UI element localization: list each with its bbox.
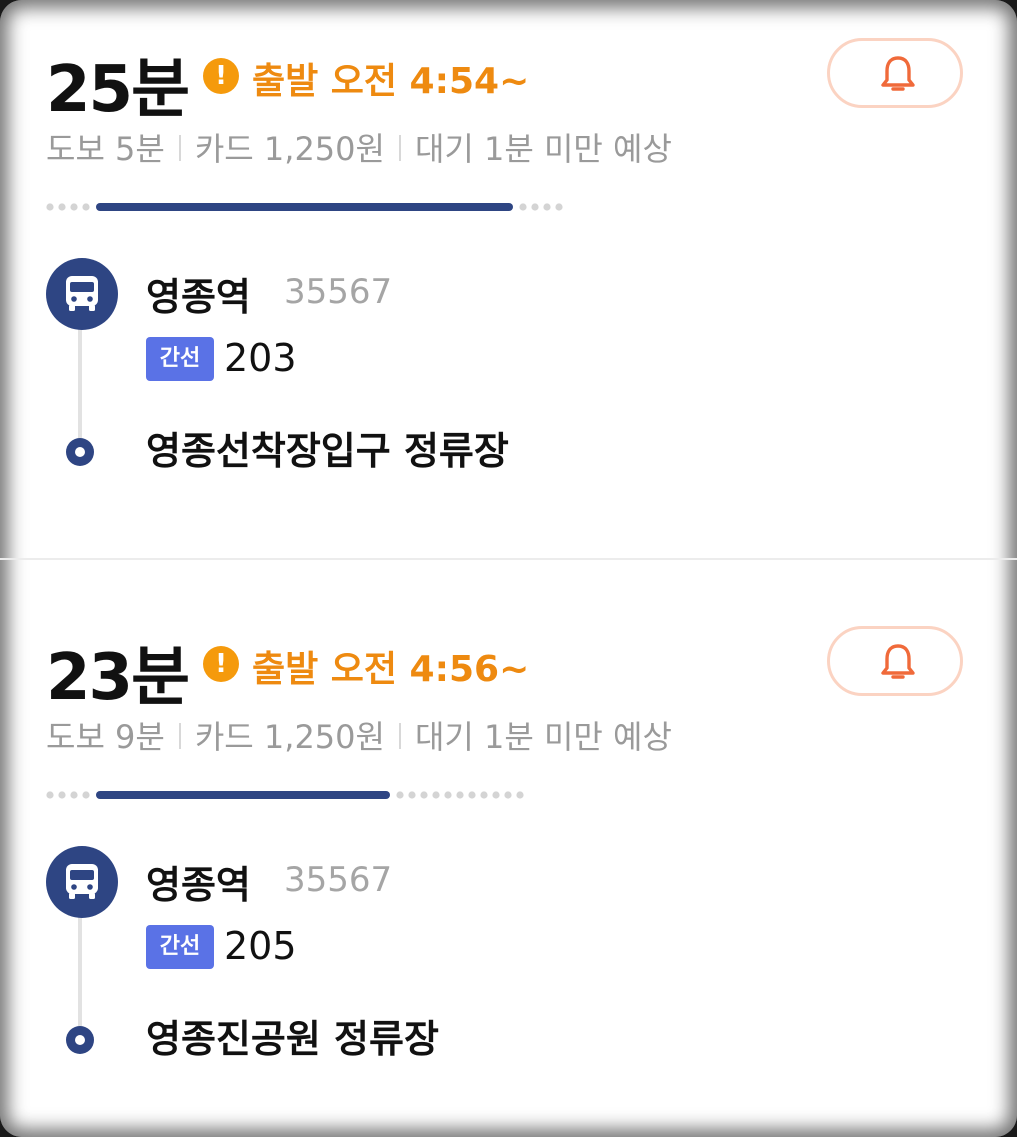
alarm-button[interactable] <box>827 626 963 696</box>
walk-dot <box>396 791 404 799</box>
route-card-1[interactable]: 25분 ! 출발 오전 4:54~ 도보 5분 카드 1,250원 대기 1분 미만… <box>0 0 1017 560</box>
route-duration: 25분 <box>46 53 190 127</box>
end-stop-name: 영종진공원 정류장 <box>146 1017 439 1061</box>
alarm-button[interactable] <box>827 38 963 108</box>
walk-dot <box>432 791 440 799</box>
bus-segment <box>96 203 513 211</box>
route-divider <box>0 558 1017 560</box>
walk-dot <box>543 203 551 211</box>
walk-dot <box>58 791 66 799</box>
start-stop-name: 영종역 <box>146 863 251 907</box>
walk-dot <box>504 791 512 799</box>
exclamation-circle-icon: ! <box>203 58 239 94</box>
route-progress-bar <box>46 202 606 212</box>
walk-dot <box>519 203 527 211</box>
separator <box>178 723 181 749</box>
route-duration: 23분 <box>46 641 190 715</box>
walk-dot <box>555 203 563 211</box>
stop-id: 35567 <box>284 272 393 312</box>
walk-dot <box>468 791 476 799</box>
bus-icon <box>66 276 98 311</box>
separator <box>178 135 181 161</box>
walk-dot <box>456 791 464 799</box>
route-results-panel: 25분 ! 출발 오전 4:54~ 도보 5분 카드 1,250원 대기 1분 미만… <box>0 0 1017 1137</box>
bus-segment <box>96 791 390 799</box>
route-progress-bar <box>46 790 606 800</box>
departure-time: 출발 오전 4:54~ <box>252 61 530 102</box>
walk-dot <box>531 203 539 211</box>
walk-dot <box>444 791 452 799</box>
start-stop-name: 영종역 <box>146 275 251 319</box>
walk-dot <box>408 791 416 799</box>
bell-icon <box>881 644 915 679</box>
wait-time: 대기 1분 미만 예상 <box>414 718 672 756</box>
walk-time: 도보 5분 <box>46 130 165 168</box>
fare: 카드 1,250원 <box>194 718 385 756</box>
end-stop-marker <box>66 438 94 466</box>
exclamation-circle-icon: ! <box>203 646 239 682</box>
bell-icon <box>881 56 915 91</box>
route-summary: 도보 9분 카드 1,250원 대기 1분 미만 예상 <box>46 712 672 758</box>
walk-dot <box>46 203 54 211</box>
walk-dot <box>480 791 488 799</box>
bus-number[interactable]: 203 <box>224 336 297 380</box>
walk-dot <box>70 203 78 211</box>
walk-dot <box>82 791 90 799</box>
walk-dot <box>46 791 54 799</box>
stop-id: 35567 <box>284 860 393 900</box>
departure-time: 출발 오전 4:56~ <box>252 649 530 690</box>
separator <box>398 135 401 161</box>
bus-type-badge: 간선 <box>146 925 214 969</box>
bus-stop-marker <box>46 258 118 330</box>
walk-dot <box>516 791 524 799</box>
end-stop-marker <box>66 1026 94 1054</box>
walk-dot <box>420 791 428 799</box>
end-stop-name: 영종선착장입구 정류장 <box>146 429 509 473</box>
fare: 카드 1,250원 <box>194 130 385 168</box>
walk-dot <box>70 791 78 799</box>
bus-number[interactable]: 205 <box>224 924 297 968</box>
wait-time: 대기 1분 미만 예상 <box>414 130 672 168</box>
bus-icon <box>66 864 98 899</box>
walk-dot <box>58 203 66 211</box>
bus-stop-marker <box>46 846 118 918</box>
route-summary: 도보 5분 카드 1,250원 대기 1분 미만 예상 <box>46 124 672 170</box>
separator <box>398 723 401 749</box>
walk-dot <box>82 203 90 211</box>
walk-dot <box>492 791 500 799</box>
walk-time: 도보 9분 <box>46 718 165 756</box>
bus-type-badge: 간선 <box>146 337 214 381</box>
route-card-2[interactable]: 23분 ! 출발 오전 4:56~ 도보 9분 카드 1,250원 대기 1분 미만… <box>0 588 1017 1137</box>
